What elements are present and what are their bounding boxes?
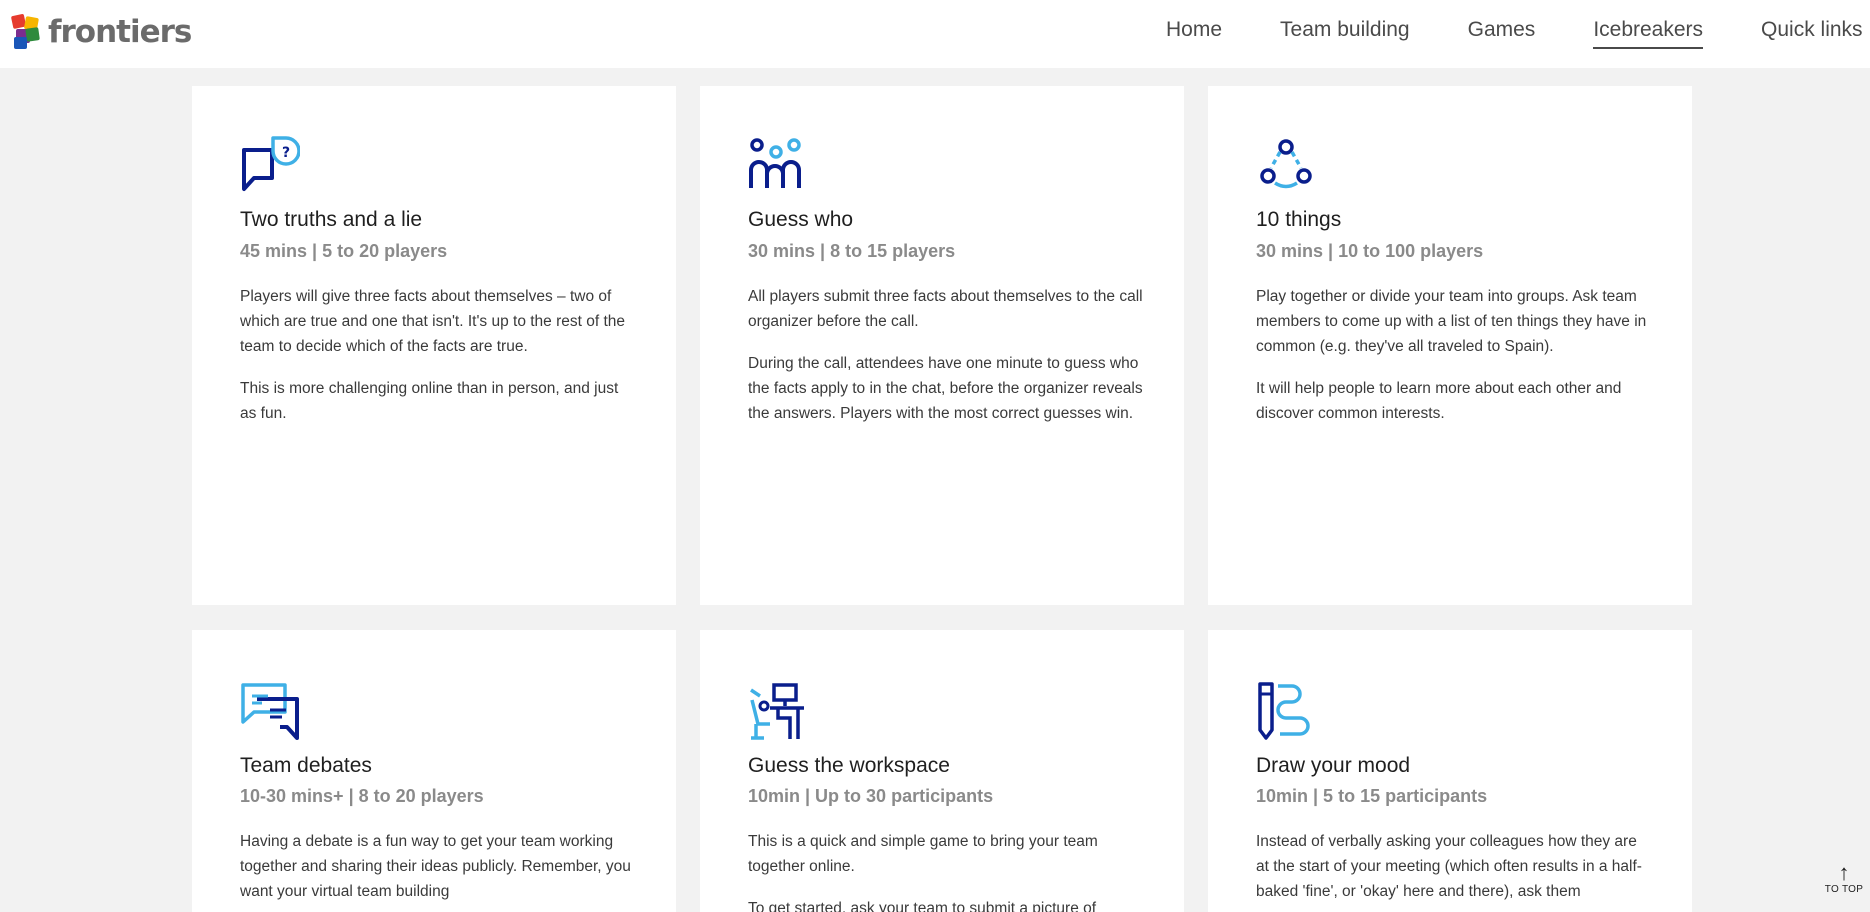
nav-icebreakers[interactable]: Icebreakers [1593, 17, 1704, 49]
card-description: Play together or divide your team into g… [1256, 284, 1652, 443]
chat-question-icon: ? [242, 136, 300, 191]
card-title: Two truths and a lie [240, 208, 423, 231]
to-top-label: TO TOP [1824, 884, 1864, 895]
card-paragraph: Play together or divide your team into g… [1256, 288, 1647, 355]
card-title: Guess who [748, 208, 854, 231]
arrow-up-icon: ↑ [1838, 860, 1850, 885]
activity-card: 10 things 30 mins | 10 to 100 players Pl… [1208, 86, 1692, 605]
card-description: All players submit three facts about the… [748, 284, 1144, 443]
card-meta: 45 mins | 5 to 20 players [240, 241, 448, 261]
nav-games[interactable]: Games [1468, 17, 1536, 49]
nav-home[interactable]: Home [1166, 17, 1222, 49]
frontiers-logo-icon [11, 14, 40, 49]
frontiers-logo[interactable]: frontiers [10, 12, 192, 52]
card-title: Team debates [240, 754, 372, 777]
card-meta: 10-30 mins+ | 8 to 20 players [240, 786, 484, 806]
card-description: Players will give three facts about them… [240, 284, 636, 443]
main-nav: Home Team building Games Icebreakers Qui… [1166, 17, 1870, 49]
card-title: Guess the workspace [748, 754, 950, 777]
top-navigation-bar: frontiers Home Team building Games Icebr… [0, 0, 1870, 68]
card-paragraph: This is a quick and simple game to bring… [748, 833, 1098, 875]
card-paragraph: All players submit three facts about the… [748, 288, 1143, 330]
activity-card: Guess who 30 mins | 8 to 15 players All … [700, 86, 1184, 605]
card-description: This is a quick and simple game to bring… [748, 829, 1144, 912]
card-meta: 30 mins | 10 to 100 players [1256, 241, 1484, 261]
activity-card: ? Two truths and a lie 45 mins | 5 to 20… [192, 86, 676, 605]
pencil-squiggle-icon [1258, 682, 1310, 740]
brand-name: frontiers [48, 14, 192, 50]
card-paragraph: Players will give three facts about them… [240, 288, 626, 355]
card-paragraph: During the call, attendees have one minu… [748, 355, 1143, 422]
nav-team-building[interactable]: Team building [1280, 17, 1410, 49]
card-description: Instead of verbally asking your colleagu… [1256, 829, 1652, 912]
activity-card: Draw your mood 10min | 5 to 15 participa… [1208, 630, 1692, 912]
workspace-desk-icon [750, 683, 804, 740]
card-meta: 10min | 5 to 15 participants [1256, 786, 1488, 806]
card-paragraph: Having a debate is a fun way to get your… [240, 833, 631, 900]
card-description: Having a debate is a fun way to get your… [240, 829, 636, 912]
card-paragraph: To get started, ask your team to submit … [748, 900, 1097, 912]
card-title: Draw your mood [1256, 754, 1411, 777]
svg-text:?: ? [282, 145, 290, 161]
card-title: 10 things [1256, 208, 1342, 231]
nav-quick-links[interactable]: Quick links [1761, 17, 1863, 49]
activity-card: Guess the workspace 10min | Up to 30 par… [700, 630, 1184, 912]
connected-circles-icon [1260, 139, 1312, 189]
card-paragraph: This is more challenging online than in … [240, 380, 619, 422]
people-group-icon [749, 138, 801, 188]
card-meta: 30 mins | 8 to 15 players [748, 241, 956, 261]
to-top-button[interactable]: ↑ TO TOP [1822, 862, 1866, 910]
card-paragraph: It will help people to learn more about … [1256, 380, 1622, 422]
card-paragraph: Instead of verbally asking your colleagu… [1256, 833, 1642, 900]
debate-bubbles-icon [241, 683, 299, 740]
card-meta: 10min | Up to 30 participants [748, 786, 994, 806]
activity-card: Team debates 10-30 mins+ | 8 to 20 playe… [192, 630, 676, 912]
